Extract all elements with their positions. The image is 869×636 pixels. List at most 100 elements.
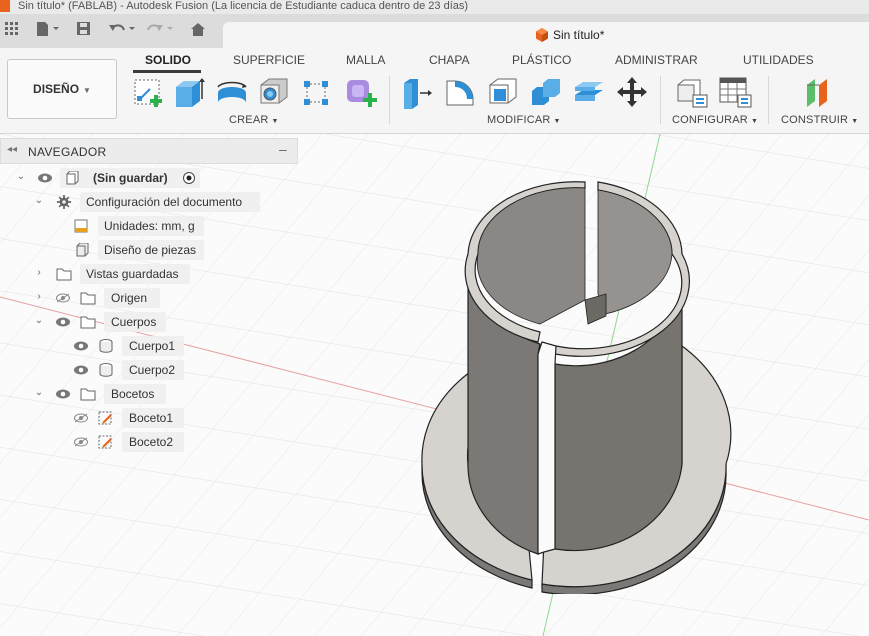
browser-item-part-design[interactable]: Diseño de piezas [0,240,298,260]
group-modificar[interactable]: MODIFICAR ▼ [487,114,561,126]
chevron-down-icon: ▼ [750,118,759,125]
group-configurar[interactable]: CONFIGURAR ▼ [672,114,758,126]
file-menu-icon[interactable] [36,22,62,42]
document-cube-icon [536,28,548,42]
browser-item-sketch1[interactable]: Boceto1 [0,408,298,428]
title-bar: Sin título* (FABLAB) - Autodesk Fusion (… [0,0,869,14]
browser-item-document-settings[interactable]: ⌄ Configuración del documento [0,192,298,212]
browser-item-body1[interactable]: Cuerpo1 [0,336,298,356]
browser-item-label: Boceto1 [129,411,174,425]
browser-item-bodies[interactable]: ⌄ Cuerpos [0,312,298,332]
tab-superficie[interactable]: SUPERFICIE [233,53,305,67]
revolve-icon[interactable] [215,75,249,109]
eye-hidden-icon[interactable] [74,437,88,447]
model-bushing [421,181,732,594]
browser-item-saved-views[interactable]: › Vistas guardadas [0,264,298,284]
document-tab[interactable]: Sin título* [223,22,869,48]
configuration-table-icon[interactable] [718,75,752,109]
group-modificar-label: MODIFICAR [487,114,551,126]
activate-radio-icon[interactable] [182,171,198,185]
tab-chapa[interactable]: CHAPA [429,53,469,67]
browser-item-sketches[interactable]: ⌄ Bocetos [0,384,298,404]
minimize-panel-button[interactable]: – [279,141,287,157]
create-form-icon[interactable] [344,75,378,109]
eye-icon[interactable] [74,365,88,375]
toolbar-separator [768,76,769,124]
browser-item-origin[interactable]: › Origen [0,288,298,308]
press-pull-icon[interactable] [400,75,434,109]
combine-icon[interactable] [529,75,563,109]
eye-hidden-icon[interactable] [56,293,70,303]
shell-icon[interactable] [486,75,520,109]
chevron-right-icon[interactable]: › [34,291,44,302]
sketch-icon [98,435,112,449]
eye-icon[interactable] [56,389,70,399]
document-tab-label: Sin título* [553,28,605,42]
undo-icon[interactable] [108,22,138,42]
toolbar-separator [389,76,390,124]
body-icon [99,339,113,353]
eye-icon[interactable] [38,173,52,183]
hole-icon[interactable] [257,75,291,109]
chevron-down-icon[interactable]: ⌄ [34,315,44,326]
browser-item-label: Bocetos [111,387,155,401]
ribbon-tools [0,74,869,124]
tab-administrar[interactable]: ADMINISTRAR [615,53,698,67]
redo-icon[interactable] [146,22,176,42]
folder-icon [80,388,96,401]
chevron-down-icon[interactable]: ⌄ [16,171,26,182]
parameters-icon[interactable] [675,75,709,109]
pattern-icon[interactable] [300,75,334,109]
grid-menu-icon[interactable] [5,22,19,42]
browser-item-root[interactable]: ⌄ (Sin guardar) [0,168,298,188]
browser-item-body2[interactable]: Cuerpo2 [0,360,298,380]
chevron-down-icon[interactable]: ⌄ [34,195,44,206]
ribbon-toolbar: DISEÑO ▼ SOLIDO SUPERFICIE MALLA CHAPA PL… [0,48,869,134]
gear-icon [57,195,71,209]
body-icon [99,363,113,377]
browser-header: ◂◂ NAVEGADOR – [0,138,298,164]
browser-item-label: Cuerpo2 [129,363,176,377]
create-sketch-icon[interactable] [132,75,166,109]
eye-icon[interactable] [74,341,88,351]
browser-item-label: Cuerpo1 [129,339,176,353]
collapse-panel-icon[interactable]: ◂◂ [7,144,17,155]
browser-item-label: Unidades: mm, g [104,219,195,233]
tab-malla[interactable]: MALLA [346,53,385,67]
browser-item-label: Diseño de piezas [104,243,197,257]
chevron-down-icon[interactable]: ⌄ [34,387,44,398]
home-icon[interactable] [190,22,206,42]
group-construir[interactable]: CONSTRUIR ▼ [781,114,858,126]
offset-plane-icon[interactable] [802,75,836,109]
tab-solido[interactable]: SOLIDO [145,53,191,67]
chevron-down-icon: ▼ [271,118,279,125]
group-construir-label: CONSTRUIR [781,114,849,126]
fusion-app-icon [0,0,10,12]
group-crear[interactable]: CREAR ▼ [229,114,279,126]
tab-plastico[interactable]: PLÁSTICO [512,53,571,67]
tab-utilidades[interactable]: UTILIDADES [743,53,814,67]
move-copy-icon[interactable] [615,75,649,109]
eye-hidden-icon[interactable] [74,413,88,423]
browser-item-label: Origen [111,291,148,305]
chevron-down-icon: ▼ [851,118,859,125]
extrude-icon[interactable] [172,75,206,109]
folder-icon [56,268,72,281]
offset-face-icon[interactable] [572,75,606,109]
folder-icon [80,292,96,305]
window-title: Sin título* (FABLAB) - Autodesk Fusion (… [18,0,469,12]
browser-item-units[interactable]: Unidades: mm, g [0,216,298,236]
save-icon[interactable] [77,22,91,42]
component-icon [66,171,79,185]
eye-icon[interactable] [56,317,70,327]
ruler-icon [74,219,88,233]
browser-item-label: Configuración del documento [86,195,243,209]
fillet-icon[interactable] [443,75,477,109]
group-crear-label: CREAR [229,114,269,126]
ribbon-tabs: SOLIDO SUPERFICIE MALLA CHAPA PLÁSTICO A… [130,48,869,74]
sketch-icon [98,411,112,425]
browser-item-sketch2[interactable]: Boceto2 [0,432,298,452]
browser-item-label: (Sin guardar) [93,171,168,185]
toolbar-separator [660,76,661,124]
chevron-right-icon[interactable]: › [34,267,44,278]
